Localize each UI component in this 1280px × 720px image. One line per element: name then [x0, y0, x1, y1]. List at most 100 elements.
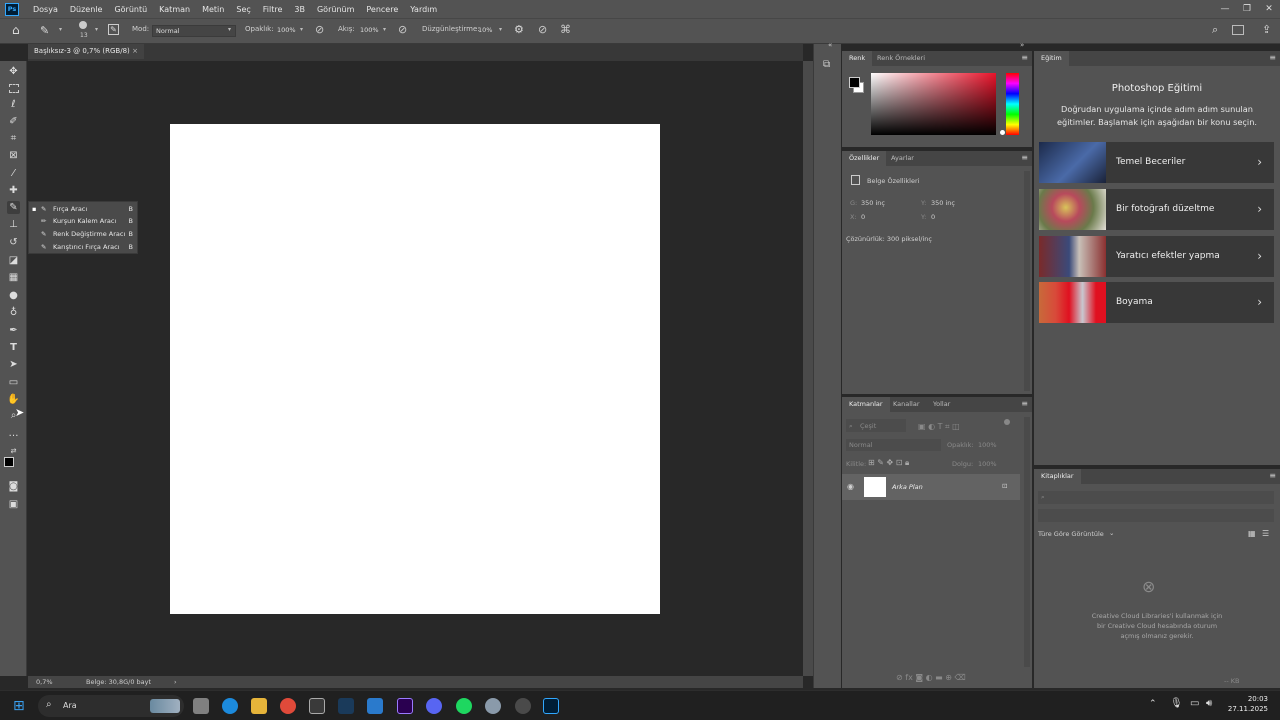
task-view-icon[interactable]	[193, 698, 209, 714]
hue-slider[interactable]	[1006, 73, 1019, 135]
symmetry-icon[interactable]: ⌘	[560, 23, 571, 36]
learn-card-yaratici-efektler[interactable]: Yaratıcı efektler yapma ›	[1039, 236, 1274, 277]
workspace-icon[interactable]	[1232, 25, 1244, 35]
chevron-down-icon[interactable]: ▾	[95, 26, 98, 33]
flyout-item-brush-tool[interactable]: ▪ ✎ Fırça Aracı B	[29, 203, 139, 215]
tab-egitim[interactable]: Eğitim	[1034, 51, 1069, 66]
share-icon[interactable]: ⇪	[1262, 23, 1271, 36]
y-value[interactable]: 0	[931, 213, 935, 221]
layer-filter-icons[interactable]: ▣ ◐ T ⌗ ◫	[918, 422, 960, 432]
menu-3b[interactable]: 3B	[288, 5, 311, 14]
zoom-level[interactable]: 0,7%	[36, 676, 53, 688]
panel-menu-icon[interactable]: ≡	[1269, 472, 1276, 480]
panel-menu-icon[interactable]: ≡	[1269, 54, 1276, 62]
flyout-item-color-replacement-tool[interactable]: ✎ Renk Değiştirme Aracı B	[29, 228, 139, 240]
chevron-down-icon[interactable]: ▾	[59, 26, 62, 33]
tab-yollar[interactable]: Yollar	[926, 397, 957, 412]
mode-select[interactable]: Normal	[152, 25, 236, 37]
menu-yardim[interactable]: Yardım	[404, 5, 443, 14]
foreground-color-swatch[interactable]	[4, 457, 14, 467]
minimize-icon[interactable]: —	[1214, 0, 1236, 18]
chevron-down-icon[interactable]: ⌄	[1109, 529, 1114, 537]
edge-icon[interactable]	[222, 698, 238, 714]
path-selection-tool-icon[interactable]: ➤	[7, 358, 20, 371]
properties-scrollbar[interactable]	[1024, 171, 1030, 391]
chrome-icon[interactable]	[280, 698, 296, 714]
type-tool-icon[interactable]: T	[7, 341, 20, 354]
layer-footer-icons[interactable]: ⊘ fx ◙ ◐ ▬ ⊕ ⌫	[896, 673, 966, 682]
chevron-down-icon[interactable]: ▾	[300, 26, 303, 33]
expand-panels-icon[interactable]: »	[1020, 41, 1024, 49]
home-icon[interactable]: ⌂	[12, 23, 20, 37]
close-icon[interactable]: ×	[132, 44, 138, 59]
screen-mode-icon[interactable]: ▣	[7, 498, 20, 511]
view-by-type-label[interactable]: Türe Göre Görüntüle	[1038, 530, 1104, 538]
tab-renk-ornekleri[interactable]: Renk Örnekleri	[870, 51, 932, 66]
menu-duzenle[interactable]: Düzenle	[64, 5, 109, 14]
pen-tool-icon[interactable]: ✒	[7, 324, 20, 337]
tab-kitapliklar[interactable]: Kitaplıklar	[1034, 469, 1081, 484]
quick-mask-icon[interactable]: ◙	[7, 480, 20, 493]
clone-stamp-tool-icon[interactable]: ⊥	[7, 218, 20, 231]
menu-pencere[interactable]: Pencere	[360, 5, 404, 14]
fill-value[interactable]: 100%	[978, 460, 997, 468]
file-explorer-icon[interactable]	[251, 698, 267, 714]
flyout-item-pencil-tool[interactable]: ✏ Kurşun Kalem Aracı B	[29, 215, 139, 227]
width-value[interactable]: 350 inç	[861, 199, 885, 207]
close-icon[interactable]: ✕	[1258, 0, 1280, 18]
lock-icons[interactable]: ⊞ ✎ ✥ ⊡ 🔒︎	[868, 458, 909, 468]
brush-tool-icon[interactable]: ✎	[7, 201, 20, 214]
app-icon[interactable]	[515, 698, 531, 714]
flow-input[interactable]: 100%	[357, 25, 381, 37]
menu-goruntu[interactable]: Görüntü	[108, 5, 153, 14]
panel-menu-icon[interactable]: ≡	[1021, 154, 1028, 162]
menu-metin[interactable]: Metin	[196, 5, 230, 14]
layer-row[interactable]: ◉ Arka Plan ⊡	[842, 474, 1020, 500]
vscode-icon[interactable]	[367, 698, 383, 714]
gear-icon[interactable]: ⚙	[514, 23, 524, 36]
document-canvas[interactable]	[170, 124, 660, 614]
filter-toggle-icon[interactable]	[1004, 419, 1010, 425]
blur-tool-icon[interactable]: ●	[7, 289, 20, 302]
brush-tip-icon[interactable]	[79, 21, 87, 29]
x-value[interactable]: 0	[861, 213, 865, 221]
search-icon[interactable]: ⌕	[1212, 23, 1218, 37]
marquee-tool-icon[interactable]	[9, 84, 19, 93]
foreground-color-swatch[interactable]	[849, 77, 860, 88]
photoshop-taskbar-icon[interactable]	[543, 698, 559, 714]
library-search-input[interactable]: ⌕	[1038, 491, 1274, 504]
flyout-item-mixer-brush-tool[interactable]: ✎ Karıştırıcı Fırça Aracı B	[29, 241, 139, 253]
hand-tool-icon[interactable]: ✋	[7, 393, 20, 406]
airbrush-icon[interactable]: ⊘	[398, 23, 407, 36]
document-tab[interactable]: Başlıksız-3 @ 0,7% (RGB/8) ×	[28, 44, 144, 59]
rectangle-tool-icon[interactable]: ▭	[7, 376, 20, 389]
after-effects-icon[interactable]	[397, 698, 413, 714]
taskbar-search[interactable]: ⌕ Ara	[38, 695, 184, 717]
layer-opacity-value[interactable]: 100%	[978, 441, 997, 449]
history-panel-icon[interactable]: ⧉	[823, 59, 830, 70]
menu-gorunum[interactable]: Görünüm	[311, 5, 360, 14]
blend-mode-select[interactable]: Normal	[846, 439, 941, 451]
layer-name[interactable]: Arka Plan	[892, 483, 923, 491]
list-view-icon[interactable]: ☰	[1262, 529, 1269, 538]
discord-icon[interactable]	[426, 698, 442, 714]
photoshop-logo-icon[interactable]: Ps	[5, 2, 19, 16]
windows-start-icon[interactable]: ⊞	[13, 698, 25, 714]
microphone-icon[interactable]: 🎙︎	[1170, 698, 1183, 709]
menu-katman[interactable]: Katman	[153, 5, 196, 14]
gradient-tool-icon[interactable]: ▦	[7, 271, 20, 284]
eye-icon[interactable]: ◉	[847, 482, 854, 491]
panel-menu-icon[interactable]: ≡	[1021, 400, 1028, 408]
maximize-icon[interactable]: ❐	[1236, 0, 1258, 18]
learn-card-boyama[interactable]: Boyama ›	[1039, 282, 1274, 323]
eyedropper-tool-icon[interactable]: ⁄	[7, 167, 20, 180]
dodge-tool-icon[interactable]: ♁	[7, 306, 20, 319]
history-brush-tool-icon[interactable]: ↺	[7, 236, 20, 249]
network-icon[interactable]: ▭	[1190, 698, 1199, 709]
eraser-tool-icon[interactable]: ◪	[7, 254, 20, 267]
tab-ozellikler[interactable]: Özellikler	[842, 151, 887, 166]
pressure-opacity-icon[interactable]: ⊘	[315, 23, 324, 36]
frame-tool-icon[interactable]: ⊠	[7, 149, 20, 162]
lasso-tool-icon[interactable]: ℓ	[7, 98, 20, 111]
brush-settings-icon[interactable]: ✎	[108, 24, 119, 35]
